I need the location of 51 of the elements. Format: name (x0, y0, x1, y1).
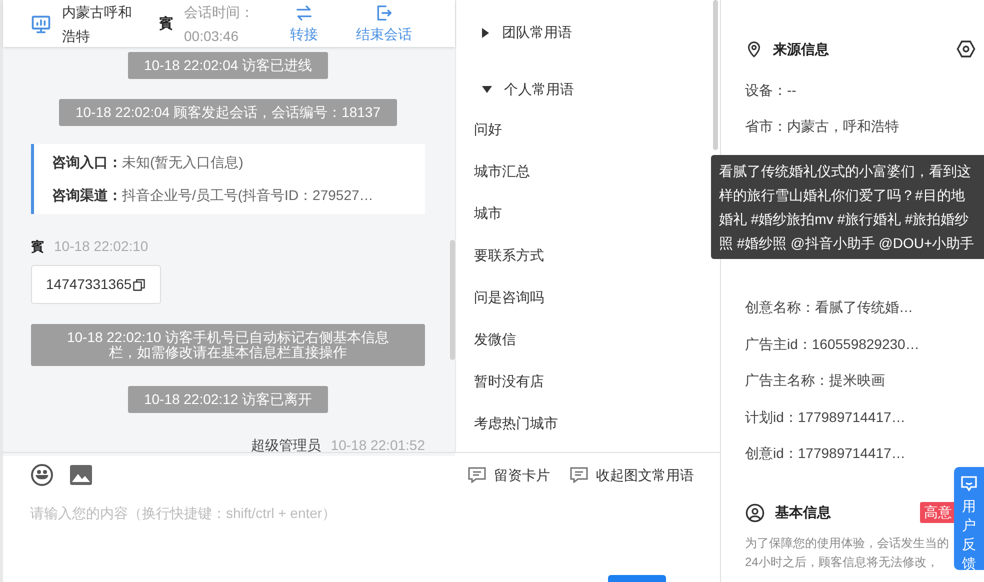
copy-icon (132, 278, 146, 292)
phrase-item[interactable]: 问好 (474, 108, 502, 150)
phrase-item[interactable]: 发微信 (474, 318, 516, 360)
info-row-text: 创意id：177989714417… (745, 444, 906, 464)
notice-text: 为了保障您的使用体验，会话发生当的24小时之后，顾客信息将无法修改， (745, 534, 950, 571)
message-time: 10-18 22:01:52 (330, 436, 425, 455)
phrase-item[interactable]: 要联系方式 (474, 234, 544, 276)
message-card-icon (570, 467, 588, 483)
section-title: 来源信息 (773, 40, 829, 58)
session-timer: 00:03:46 (184, 26, 240, 46)
composer-action[interactable]: 收起图文常用语 (570, 464, 694, 486)
info-line: 咨询渠道：抖音企业号/员工号(抖音号ID：279527… (52, 186, 374, 205)
emoji-button[interactable] (30, 463, 54, 487)
message-text: 14747331365 (46, 275, 132, 294)
location-pin-icon (745, 40, 763, 58)
settings-button[interactable] (956, 39, 976, 59)
system-message: 10-18 22:02:04 顾客发起会话，会话编号：18137 (59, 99, 396, 126)
message-input[interactable]: 请输入您的内容（换行快捷键：shift/ctrl + enter） (30, 503, 690, 563)
location-label: 内蒙古呼和浩特 (62, 2, 133, 46)
info-row-text: 设备：-- (745, 80, 798, 100)
phrase-item[interactable]: 考虑热门城市 (474, 402, 558, 444)
message-time: 10-18 22:02:10 (54, 237, 148, 256)
tooltip: 看腻了传统婚礼仪式的小富婆们，看到这样的旅行雪山婚礼你们爱了吗？#目的地婚礼 #婚纱旅拍mv #旅行婚礼 #旅拍婚纱照 #婚纱照 @抖音小助手 @DOU+小助手 (711, 155, 984, 259)
info-line: 咨询入口：未知(暂无入口信息) (52, 153, 244, 172)
agent-name: 超级管理员 (250, 436, 321, 455)
info-row-text: 创意名称：看腻了传统婚… (745, 298, 914, 318)
info-row-text: 计划id：177989714417… (745, 408, 906, 427)
system-message: 10-18 22:02:04 访客已进线 (128, 52, 328, 79)
phrase-item[interactable]: 城市汇总 (474, 150, 530, 192)
timer-label: 会话时间： (184, 2, 255, 22)
sender-mark: 賓 (31, 238, 44, 256)
phrase-group[interactable]: 个人常用语 (474, 79, 574, 100)
intent-badge: 高意 (920, 502, 956, 524)
image-button[interactable] (69, 464, 93, 486)
visitor-mark: 賓 (159, 14, 173, 33)
phrase-item[interactable]: 问是咨询吗 (474, 276, 544, 318)
phrase-item[interactable]: 城市 (474, 192, 502, 234)
composer-action[interactable]: 留资卡片 (468, 464, 550, 486)
system-message: 10-18 22:02:12 访客已离开 (128, 386, 328, 413)
info-row-text: 广告主id：160559829230… (745, 334, 920, 354)
phrase-item[interactable]: 暂时没有店 (474, 360, 544, 402)
info-row-text: 广告主名称：提米映画 (745, 371, 886, 390)
feedback-button[interactable]: 用户反馈 (954, 467, 984, 570)
info-row-text: 省市：内蒙古，呼和浩特 (745, 117, 900, 136)
message-card-icon (468, 467, 486, 483)
system-message: 10-18 22:02:10 访客手机号已自动标记右侧基本信息栏，如需修改请在基本信息栏直接操作 (31, 324, 425, 366)
user-circle-icon (745, 502, 765, 523)
swap-arrows-icon (294, 2, 314, 22)
phrase-group[interactable]: 团队常用语 (474, 22, 572, 43)
chat-bubble-icon (960, 475, 978, 493)
section-title: 基本信息 (775, 503, 831, 522)
